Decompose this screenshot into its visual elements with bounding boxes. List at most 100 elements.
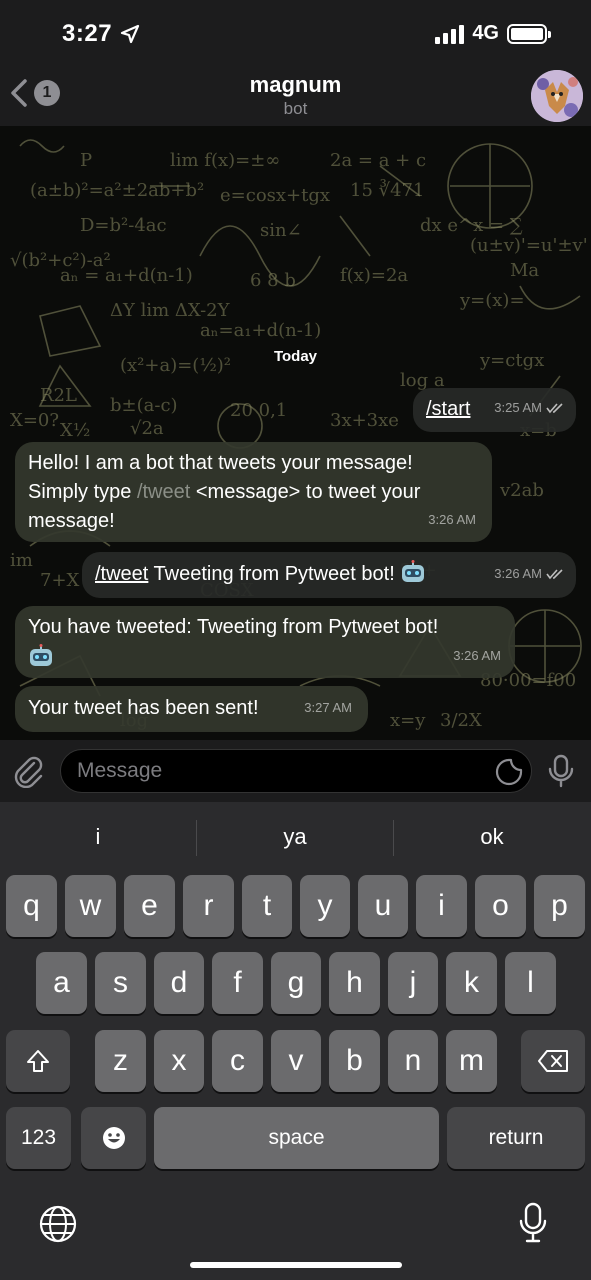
message-time: 3:27 AM (304, 700, 352, 715)
paperclip-icon[interactable] (12, 754, 46, 788)
message-time: 3:26 AM (428, 512, 476, 527)
delete-key[interactable] (521, 1030, 585, 1092)
svg-text:20 0,1: 20 0,1 (230, 400, 287, 421)
battery-icon (507, 23, 551, 44)
key-w[interactable]: w (65, 875, 116, 937)
key-x[interactable]: x (154, 1030, 204, 1092)
cellular-signal-icon (435, 24, 465, 44)
svg-text:x=y: x=y (390, 710, 426, 731)
return-key[interactable]: return (447, 1107, 585, 1169)
svg-text:y=(x)=: y=(x)= (459, 290, 525, 311)
chat-title[interactable]: magnum (0, 72, 591, 98)
shift-icon (27, 1050, 49, 1072)
backspace-icon (538, 1050, 568, 1072)
space-key[interactable]: space (154, 1107, 439, 1169)
key-j[interactable]: j (388, 952, 438, 1014)
svg-text:(a±b)²=a²±2ab+b²: (a±b)²=a²±2ab+b² (30, 180, 204, 201)
message-text: message! (28, 510, 115, 532)
microphone-icon[interactable] (547, 754, 575, 788)
message-input-bar (0, 740, 591, 802)
svg-text:6 8 b: 6 8 b (250, 270, 296, 291)
svg-text:aₙ = a₁+d(n-1): aₙ = a₁+d(n-1) (60, 265, 193, 286)
key-t[interactable]: t (242, 875, 292, 937)
svg-text:ΔY lim ΔX-2Y: ΔY lim ΔX-2Y (110, 300, 231, 321)
suggestion-item[interactable]: ok (394, 820, 590, 854)
chat-area[interactable]: Plim f(x)=±∞ 2a = a + c (a±b)²=a²±2ab+b² e… (0, 126, 591, 740)
svg-text:sin∠: sin∠ (260, 220, 302, 241)
key-u[interactable]: u (358, 875, 408, 937)
message-incoming[interactable]: You have tweeted: Tweeting from Pytweet … (15, 606, 515, 678)
svg-text:dx e^x = ∑: dx e^x = ∑ (420, 215, 523, 236)
message-incoming[interactable]: Your tweet has been sent! 3:27 AM (15, 686, 368, 732)
avatar[interactable] (531, 70, 583, 122)
double-check-icon (546, 402, 563, 413)
message-text: Tweeting from Pytweet bot! (148, 563, 401, 585)
double-check-icon (546, 568, 563, 579)
message-incoming[interactable]: Hello! I am a bot that tweets your messa… (15, 442, 492, 542)
svg-text:X½: X½ (60, 420, 90, 441)
robot-emoji-icon (30, 644, 52, 666)
chat-header: 1 magnum bot (0, 66, 591, 126)
message-input[interactable] (77, 750, 477, 792)
status-time: 3:27 (62, 20, 113, 47)
key-m[interactable]: m (446, 1030, 497, 1092)
key-n[interactable]: n (388, 1030, 438, 1092)
command-link[interactable]: /start (426, 395, 470, 424)
command-link[interactable]: /tweet (95, 563, 148, 585)
message-text-line: Simply type /tweet <message> to tweet yo… (28, 478, 420, 507)
key-v[interactable]: v (271, 1030, 321, 1092)
svg-text:(u±v)'=u'±v': (u±v)'=u'±v' (470, 235, 588, 256)
emoji-key[interactable] (81, 1107, 146, 1169)
shift-key[interactable] (6, 1030, 70, 1092)
svg-text:e=cosx+tgx: e=cosx+tgx (220, 185, 330, 206)
status-bar: 3:27 4G (0, 0, 591, 66)
svg-text:im: im (10, 550, 33, 571)
robot-emoji-icon (402, 560, 425, 582)
key-a[interactable]: a (36, 952, 87, 1014)
chat-subtitle: bot (283, 99, 308, 118)
key-f[interactable]: f (212, 952, 263, 1014)
key-y[interactable]: y (300, 875, 350, 937)
key-e[interactable]: e (124, 875, 175, 937)
globe-icon[interactable] (38, 1204, 78, 1244)
message-field[interactable] (60, 749, 532, 793)
suggestion-item[interactable]: i (0, 820, 196, 854)
svg-text:f(x)=2a: f(x)=2a (340, 265, 408, 286)
key-s[interactable]: s (95, 952, 146, 1014)
date-separator: Today (273, 348, 318, 365)
sticker-icon[interactable] (495, 758, 523, 786)
avatar-image (531, 70, 583, 122)
message-outgoing[interactable]: /tweet Tweeting from Pytweet bot! 3:26 A… (82, 552, 576, 598)
key-l[interactable]: l (505, 952, 556, 1014)
home-indicator (190, 1262, 402, 1268)
keyboard: i ya ok q w e r t y u i o p a s d f g h … (0, 802, 591, 1280)
message-outgoing[interactable]: /start 3:25 AM (413, 388, 576, 432)
key-k[interactable]: k (446, 952, 497, 1014)
key-p[interactable]: p (534, 875, 585, 937)
command-link[interactable]: /tweet (137, 481, 190, 503)
key-c[interactable]: c (212, 1030, 263, 1092)
message-time: 3:25 AM (494, 400, 542, 415)
key-d[interactable]: d (154, 952, 204, 1014)
key-q[interactable]: q (6, 875, 57, 937)
svg-text:b±(a-c): b±(a-c) (110, 395, 178, 416)
network-type: 4G (472, 22, 499, 44)
key-z[interactable]: z (95, 1030, 146, 1092)
svg-text:3x+3xe: 3x+3xe (330, 410, 399, 431)
dictation-mic-icon[interactable] (518, 1202, 548, 1244)
key-g[interactable]: g (271, 952, 321, 1014)
key-b[interactable]: b (329, 1030, 380, 1092)
suggestion-bar: i ya ok (0, 802, 591, 872)
key-r[interactable]: r (183, 875, 234, 937)
suggestion-item[interactable]: ya (197, 820, 393, 854)
svg-text:D=b²-4ac: D=b²-4ac (80, 215, 167, 236)
key-i[interactable]: i (416, 875, 467, 937)
svg-text:lim f(x)=±∞: lim f(x)=±∞ (170, 150, 280, 171)
message-text: Hello! I am a bot that tweets your messa… (28, 452, 413, 474)
key-h[interactable]: h (329, 952, 380, 1014)
location-arrow-icon (120, 24, 140, 44)
key-o[interactable]: o (475, 875, 526, 937)
emoji-icon (102, 1127, 125, 1149)
svg-text:15 ∛471: 15 ∛471 (350, 179, 424, 201)
numbers-key[interactable]: 123 (6, 1107, 71, 1169)
